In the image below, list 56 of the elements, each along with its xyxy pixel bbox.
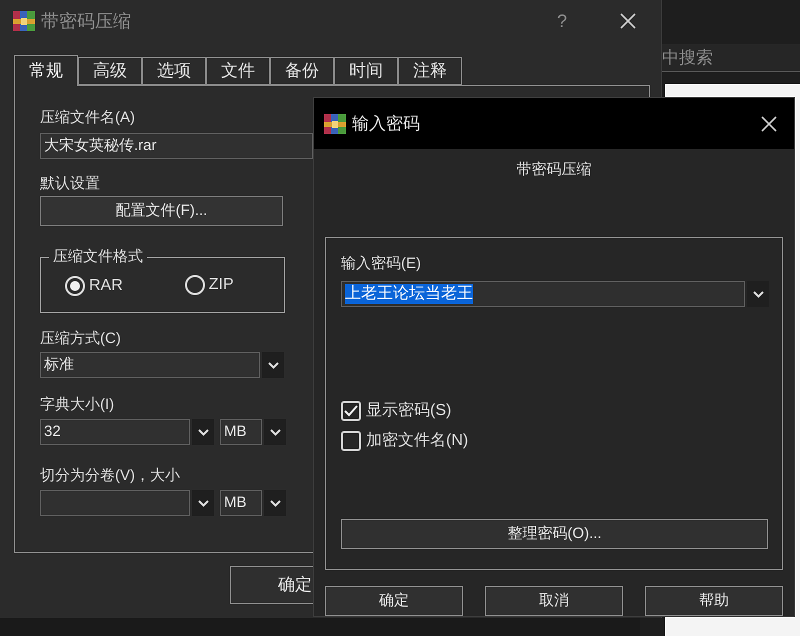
organize-passwords-button[interactable]: 整理密码(O)... <box>341 519 768 549</box>
chevron-down-icon <box>270 428 280 436</box>
checkbox-label: 显示密码(S) <box>366 401 452 421</box>
radio-button[interactable] <box>184 275 205 295</box>
radio-button[interactable] <box>65 276 85 296</box>
chevron-down-icon <box>268 362 278 368</box>
tab[interactable]: 选项 <box>142 57 206 85</box>
dictionary-size-field[interactable]: 32 <box>40 419 190 445</box>
window-title: 带密码压缩 <box>41 10 131 32</box>
unit-select[interactable]: MB <box>220 419 262 445</box>
dialog-button[interactable]: 取消 <box>485 586 623 616</box>
chevron-down-icon <box>752 290 764 298</box>
chevron-down-icon <box>198 500 208 506</box>
tab[interactable]: 高级 <box>78 57 142 85</box>
dropdown-button[interactable] <box>262 352 284 378</box>
archive-name-field[interactable]: 大宋女英秘传.rar <box>40 133 313 159</box>
tab[interactable]: 备份 <box>270 57 334 85</box>
tab[interactable]: 时间 <box>334 57 398 85</box>
search-field[interactable]: 中搜索 <box>662 44 800 72</box>
dropdown-button[interactable] <box>747 281 769 307</box>
help-button[interactable]: ? <box>556 8 567 34</box>
chevron-down-icon <box>198 428 208 436</box>
profile-button[interactable]: 配置文件(F)... <box>40 196 283 226</box>
field-label: 输入密码(E) <box>341 254 421 274</box>
dialog-subtitle: 带密码压缩 <box>516 160 592 180</box>
window-title: 输入密码 <box>352 112 420 135</box>
chevron-down-icon <box>270 500 280 506</box>
volume-size-field[interactable] <box>40 490 190 516</box>
tab[interactable]: 常规 <box>14 55 78 86</box>
radio-label: RAR <box>89 276 123 296</box>
unit-select[interactable]: MB <box>220 490 262 516</box>
checkbox-label: 加密文件名(N) <box>366 431 468 451</box>
close-icon[interactable] <box>619 12 637 30</box>
dialog-button[interactable]: 帮助 <box>645 586 783 616</box>
field-label: 默认设置 <box>40 174 100 194</box>
close-icon[interactable] <box>760 114 778 132</box>
field-label: 切分为分卷(V)，大小 <box>40 466 180 486</box>
books-icon <box>13 11 35 31</box>
dropdown-button[interactable] <box>264 490 286 516</box>
password-text: 上老王论坛当老王 <box>345 284 473 304</box>
field-label: 字典大小(I) <box>40 395 114 415</box>
dropdown-button[interactable] <box>192 419 214 445</box>
method-select[interactable]: 标准 <box>40 352 260 378</box>
ok-button[interactable]: 确定 <box>230 566 313 604</box>
tab[interactable]: 注释 <box>398 57 462 85</box>
dropdown-button[interactable] <box>264 419 286 445</box>
checkbox[interactable] <box>341 401 361 421</box>
field-label: 压缩文件名(A) <box>40 108 135 128</box>
books-icon <box>324 114 346 134</box>
field-label: 压缩方式(C) <box>40 329 121 349</box>
radio-label: ZIP <box>208 275 234 295</box>
dialog-button[interactable]: 确定 <box>325 586 463 616</box>
dropdown-button[interactable] <box>192 490 214 516</box>
password-field[interactable]: 上老王论坛当老王 <box>341 281 745 307</box>
checkbox[interactable] <box>341 431 361 451</box>
tab[interactable]: 文件 <box>206 57 270 85</box>
